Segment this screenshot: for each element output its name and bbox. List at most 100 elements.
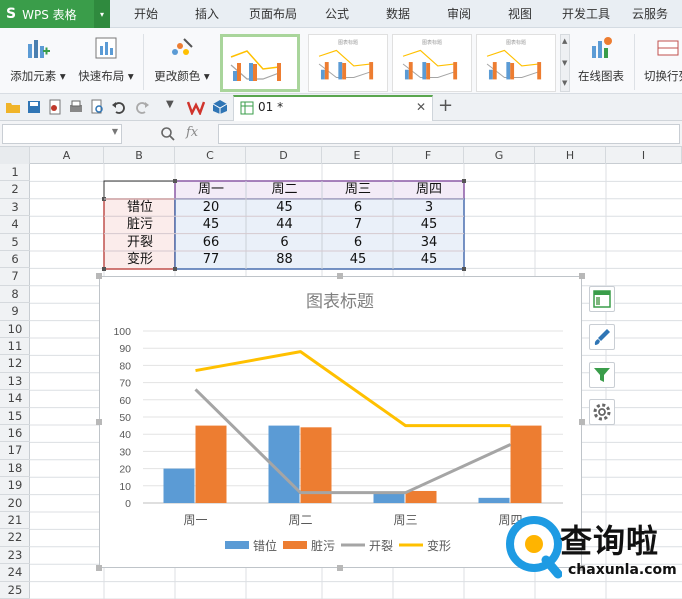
- app-menu-button[interactable]: S WPS 表格 ▾: [0, 0, 110, 28]
- table-cell[interactable]: 44: [247, 216, 322, 233]
- undo-icon[interactable]: [111, 99, 127, 115]
- column-header-i[interactable]: I: [606, 147, 682, 164]
- resize-handle[interactable]: [579, 273, 585, 279]
- quick-layout-button[interactable]: 快速布局 ▾: [74, 34, 138, 90]
- bar-错位-周一[interactable]: [163, 468, 195, 503]
- print-preview-icon[interactable]: [89, 99, 105, 115]
- table-header-cell[interactable]: 周三: [323, 181, 393, 198]
- app-menu-dropdown[interactable]: ▾: [94, 0, 110, 28]
- row-header-23[interactable]: 23: [0, 547, 30, 565]
- column-header-b[interactable]: B: [104, 147, 175, 164]
- open-folder-icon[interactable]: [5, 99, 21, 115]
- resize-handle[interactable]: [96, 565, 102, 571]
- chart-style-thumb-2[interactable]: 图表标题: [308, 34, 388, 92]
- bar-错位-周四[interactable]: [478, 497, 510, 503]
- row-header-18[interactable]: 18: [0, 460, 30, 478]
- row-header-17[interactable]: 17: [0, 442, 30, 460]
- fx-insert-function-icon[interactable]: fx: [186, 125, 198, 140]
- table-cell[interactable]: 45: [176, 216, 246, 233]
- row-header-5[interactable]: 5: [0, 234, 30, 251]
- table-cell[interactable]: 3: [394, 199, 464, 216]
- table-header-cell[interactable]: 周一: [176, 181, 246, 198]
- row-header-15[interactable]: 15: [0, 408, 30, 425]
- legend-item-错位[interactable]: 错位: [225, 538, 277, 553]
- column-header-g[interactable]: G: [464, 147, 535, 164]
- row-header-8[interactable]: 8: [0, 286, 30, 304]
- row-header-4[interactable]: 4: [0, 216, 30, 234]
- table-cell[interactable]: 6: [247, 234, 322, 251]
- resize-handle[interactable]: [579, 419, 585, 425]
- chart-title[interactable]: 图表标题: [306, 292, 374, 311]
- table-cell[interactable]: 6: [323, 199, 393, 216]
- legend-item-变形[interactable]: 变形: [399, 538, 451, 553]
- chart-filter-button[interactable]: [589, 362, 615, 388]
- menu-tab-page-layout[interactable]: 页面布局: [249, 0, 297, 28]
- menu-tab-data[interactable]: 数据: [386, 0, 410, 28]
- online-chart-button[interactable]: 在线图表: [573, 34, 629, 90]
- row-header-25[interactable]: 25: [0, 582, 30, 599]
- close-tab-icon[interactable]: ✕: [416, 100, 426, 114]
- table-cell[interactable]: 66: [176, 234, 246, 251]
- row-header-21[interactable]: 21: [0, 512, 30, 530]
- row-header-7[interactable]: 7: [0, 268, 30, 286]
- bar-错位-周三[interactable]: [373, 492, 405, 503]
- menu-tab-formulas[interactable]: 公式: [325, 0, 349, 28]
- table-cell[interactable]: 34: [394, 234, 464, 251]
- table-row-label[interactable]: 脏污: [105, 216, 175, 233]
- chart-style-button[interactable]: [589, 324, 615, 350]
- legend-item-开裂[interactable]: 开裂: [341, 539, 393, 553]
- menu-tab-developer[interactable]: 开发工具: [562, 0, 610, 28]
- chart-elements-button[interactable]: [589, 286, 615, 312]
- resize-handle[interactable]: [96, 273, 102, 279]
- chart-style-thumb-1[interactable]: [220, 34, 300, 92]
- row-header-14[interactable]: 14: [0, 390, 30, 408]
- row-header-10[interactable]: 10: [0, 321, 30, 338]
- table-cell[interactable]: 20: [176, 199, 246, 216]
- row-header-2[interactable]: 2: [0, 181, 30, 199]
- wps-w-icon[interactable]: [187, 99, 205, 115]
- redo-icon[interactable]: [134, 99, 150, 115]
- row-header-11[interactable]: 11: [0, 338, 30, 356]
- table-cell[interactable]: 45: [394, 216, 464, 233]
- row-header-3[interactable]: 3: [0, 199, 30, 217]
- row-header-19[interactable]: 19: [0, 477, 30, 495]
- row-header-24[interactable]: 24: [0, 564, 30, 582]
- export-pdf-icon[interactable]: [47, 99, 63, 115]
- row-header-22[interactable]: 22: [0, 529, 30, 547]
- bar-脏污-周一[interactable]: [195, 425, 227, 503]
- cloud-cube-icon[interactable]: [212, 99, 228, 115]
- menu-tab-insert[interactable]: 插入: [195, 0, 219, 28]
- table-cell[interactable]: 45: [394, 251, 464, 268]
- name-box-dropdown-icon[interactable]: ▼: [112, 127, 118, 136]
- resize-handle[interactable]: [96, 419, 102, 425]
- menu-tab-home[interactable]: 开始: [134, 0, 158, 28]
- table-cell[interactable]: 45: [323, 251, 393, 268]
- switch-row-column-button[interactable]: 切换行列: [640, 34, 682, 90]
- add-element-button[interactable]: 添加元素 ▾: [6, 34, 70, 90]
- row-header-16[interactable]: 16: [0, 425, 30, 443]
- table-cell[interactable]: 88: [247, 251, 322, 268]
- table-row-label[interactable]: 开裂: [105, 234, 175, 251]
- table-cell[interactable]: 45: [247, 199, 322, 216]
- name-box[interactable]: ▼: [2, 124, 122, 144]
- formula-input[interactable]: [218, 124, 680, 144]
- row-header-12[interactable]: 12: [0, 355, 30, 373]
- row-header-6[interactable]: 6: [0, 251, 30, 269]
- customize-toolbar-icon[interactable]: ▼: [166, 99, 174, 110]
- table-cell[interactable]: 6: [323, 234, 393, 251]
- new-tab-icon[interactable]: +: [438, 95, 453, 116]
- select-all-corner[interactable]: [0, 147, 30, 164]
- menu-tab-cloud[interactable]: 云服务: [632, 0, 668, 28]
- document-tab[interactable]: 01 * ✕: [233, 95, 433, 121]
- row-header-9[interactable]: 9: [0, 303, 30, 321]
- row-header-13[interactable]: 13: [0, 373, 30, 391]
- table-header-cell[interactable]: 周二: [247, 181, 322, 198]
- line-series-变形[interactable]: [195, 350, 511, 428]
- save-icon[interactable]: [26, 99, 42, 115]
- table-header-cell[interactable]: 周四: [394, 181, 464, 198]
- resize-handle[interactable]: [337, 273, 343, 279]
- line-series-开裂[interactable]: [194, 388, 512, 495]
- table-row-label[interactable]: 错位: [105, 199, 175, 216]
- chart-style-thumb-3[interactable]: 图表标题: [392, 34, 472, 92]
- menu-tab-view[interactable]: 视图: [508, 0, 532, 28]
